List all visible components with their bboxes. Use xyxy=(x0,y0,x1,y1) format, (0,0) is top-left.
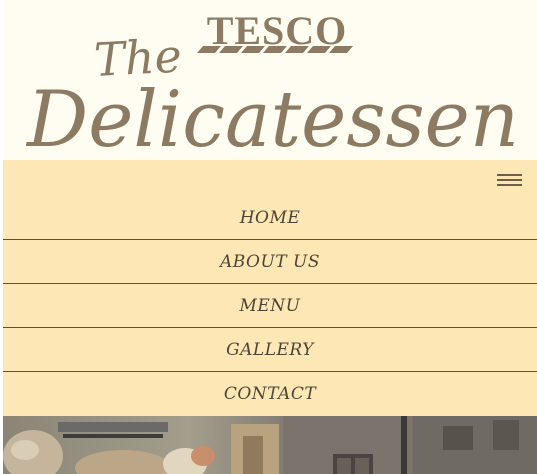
hamburger-menu-icon[interactable] xyxy=(497,172,523,190)
hamburger-line xyxy=(497,184,522,186)
nav-item-menu[interactable]: MENU xyxy=(3,284,537,328)
delicatessen-logo[interactable]: TESCO The Delicatessen xyxy=(3,0,537,160)
nav-item-home[interactable]: HOME xyxy=(3,196,537,240)
hero-photo xyxy=(3,416,537,474)
nav-menu: HOME ABOUT US MENU GALLERY CONTACT xyxy=(3,196,537,416)
nav-item-about-us[interactable]: ABOUT US xyxy=(3,240,537,284)
tagline-delicatessen: Delicatessen xyxy=(25,75,519,160)
hamburger-line xyxy=(497,179,522,181)
hamburger-line xyxy=(497,174,522,176)
nav-item-gallery[interactable]: GALLERY xyxy=(3,328,537,372)
page-frame: TESCO The Delicatessen HOME ABOUT US MEN… xyxy=(3,0,537,474)
nav-item-contact[interactable]: CONTACT xyxy=(3,372,537,416)
main-navigation: HOME ABOUT US MENU GALLERY CONTACT xyxy=(3,160,537,416)
site-header: TESCO The Delicatessen xyxy=(3,0,537,160)
